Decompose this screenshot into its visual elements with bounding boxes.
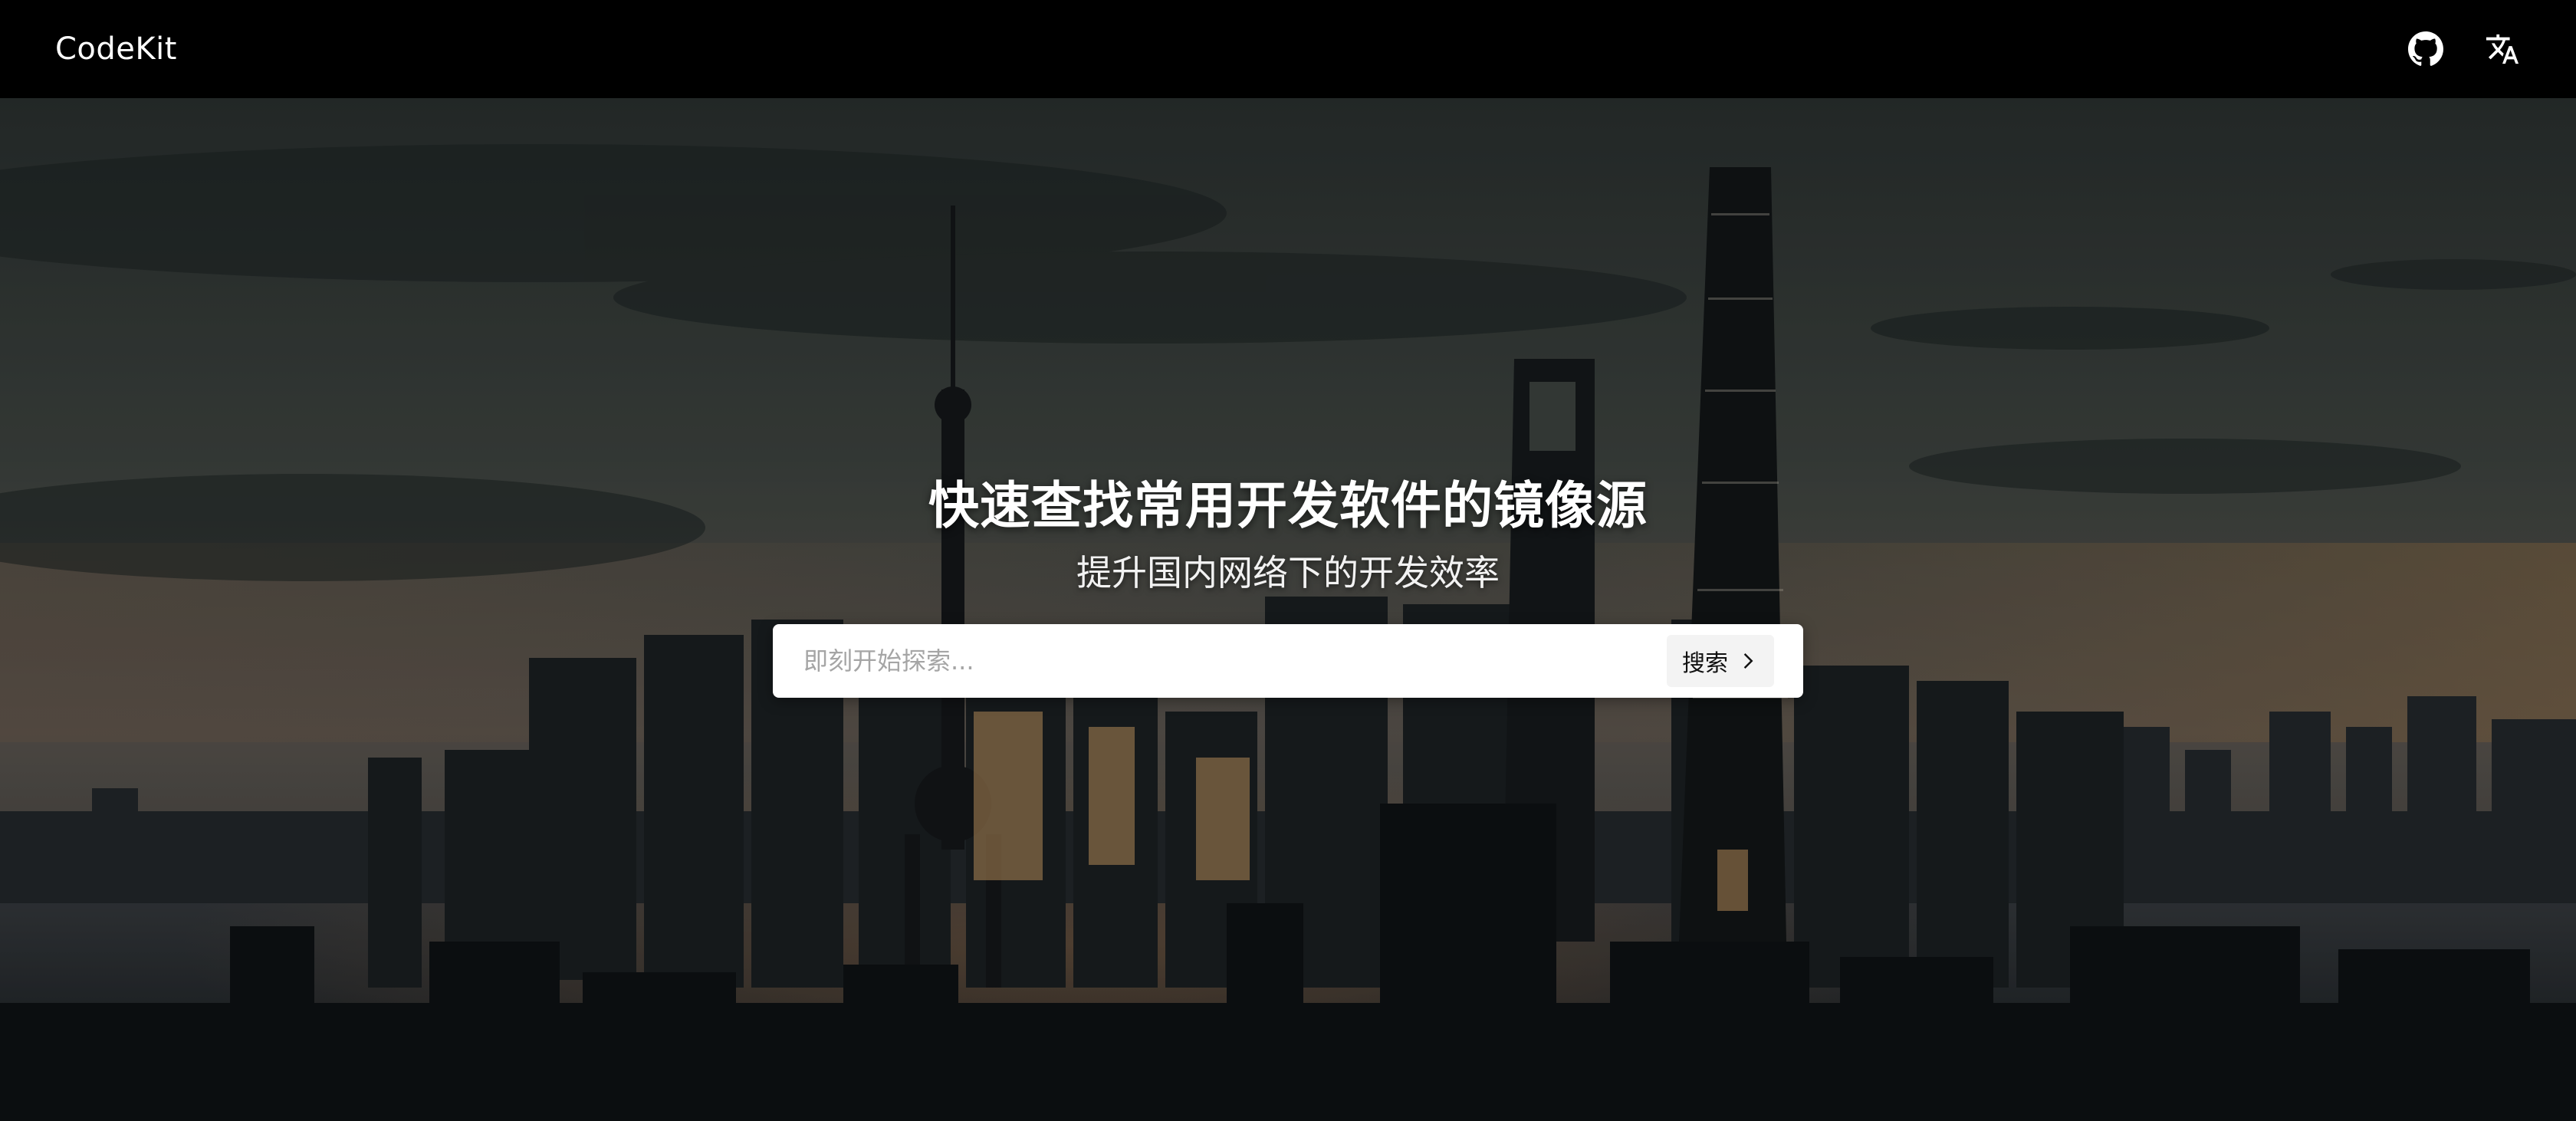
github-link[interactable] <box>2407 31 2444 67</box>
nav-icons <box>2407 31 2521 67</box>
page: CodeKit 快速查找常用开发软件的镜像源 提升国内网络下的开发效率 即刻开始… <box>0 0 2576 1121</box>
hero-subtitle: 提升国内网络下的开发效率 <box>1076 552 1500 593</box>
search-input[interactable] <box>803 646 1667 676</box>
github-icon <box>2408 31 2443 66</box>
chevron-right-icon <box>1743 653 1753 669</box>
language-switch[interactable] <box>2484 31 2521 67</box>
hero-content: 快速查找常用开发软件的镜像源 提升国内网络下的开发效率 搜索 <box>0 469 2576 698</box>
top-navbar: CodeKit <box>0 0 2576 98</box>
search-button[interactable]: 搜索 <box>1667 635 1774 687</box>
search-button-label: 搜索 <box>1682 650 1728 677</box>
hero-title: 快速查找常用开发软件的镜像源 <box>928 476 1648 535</box>
search-bar: 搜索 <box>773 624 1803 698</box>
brand-logo[interactable]: CodeKit <box>55 31 177 67</box>
translate-icon <box>2486 34 2519 64</box>
